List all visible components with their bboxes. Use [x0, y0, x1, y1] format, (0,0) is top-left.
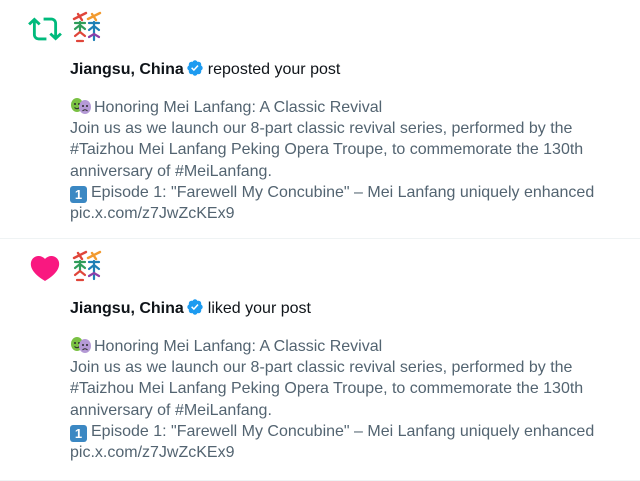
- post-body-line: #Taizhou Mei Lanfang Peking Opera Troupe…: [70, 141, 584, 159]
- notification-header: Jiangsu, China reposted your post: [70, 59, 340, 81]
- post-media-link[interactable]: pic.x.com/z7JwZcKEx9: [70, 442, 630, 463]
- verified-badge-icon: [187, 60, 203, 76]
- user-name[interactable]: Jiangsu, China: [70, 61, 184, 78]
- notification-like[interactable]: Jiangsu, China liked your post Honoring M…: [0, 239, 640, 481]
- post-body-line: Join us as we launch our 8-part classic …: [70, 359, 573, 377]
- repost-icon: [28, 17, 62, 41]
- performing-arts-emoji-icon: [71, 337, 91, 353]
- performing-arts-emoji-icon: [71, 98, 91, 114]
- post-preview[interactable]: Honoring Mei Lanfang: A Classic Revival …: [70, 336, 630, 463]
- post-title-line: Honoring Mei Lanfang: A Classic Revival: [70, 97, 630, 118]
- avatar[interactable]: [70, 249, 104, 283]
- post-title-line: Honoring Mei Lanfang: A Classic Revival: [70, 336, 630, 357]
- avatar[interactable]: [70, 10, 104, 44]
- post-body-line: #Taizhou Mei Lanfang Peking Opera Troupe…: [70, 380, 584, 398]
- keycap-one-icon: 1: [70, 185, 87, 203]
- verified-badge-icon: [187, 299, 203, 315]
- notification-action: reposted your post: [207, 61, 341, 78]
- notification-action: liked your post: [207, 300, 311, 317]
- notification-header: Jiangsu, China liked your post: [70, 298, 311, 320]
- post-media-link[interactable]: pic.x.com/z7JwZcKEx9: [70, 203, 630, 224]
- post-preview[interactable]: Honoring Mei Lanfang: A Classic Revival …: [70, 97, 630, 224]
- post-episode-line: 1 Episode 1: "Farewell My Concubine" – Me…: [70, 421, 630, 442]
- keycap-one-icon: 1: [70, 424, 87, 442]
- post-episode-line: 1 Episode 1: "Farewell My Concubine" – Me…: [70, 182, 630, 203]
- notification-repost[interactable]: Jiangsu, China reposted your post Honorin…: [0, 0, 640, 239]
- post-body-line: Join us as we launch our 8-part classic …: [70, 120, 573, 138]
- heart-icon: [30, 255, 60, 281]
- post-body-line: anniversary of #MeiLanfang.: [70, 401, 272, 419]
- post-body-line: anniversary of #MeiLanfang.: [70, 162, 272, 180]
- user-name[interactable]: Jiangsu, China: [70, 300, 184, 317]
